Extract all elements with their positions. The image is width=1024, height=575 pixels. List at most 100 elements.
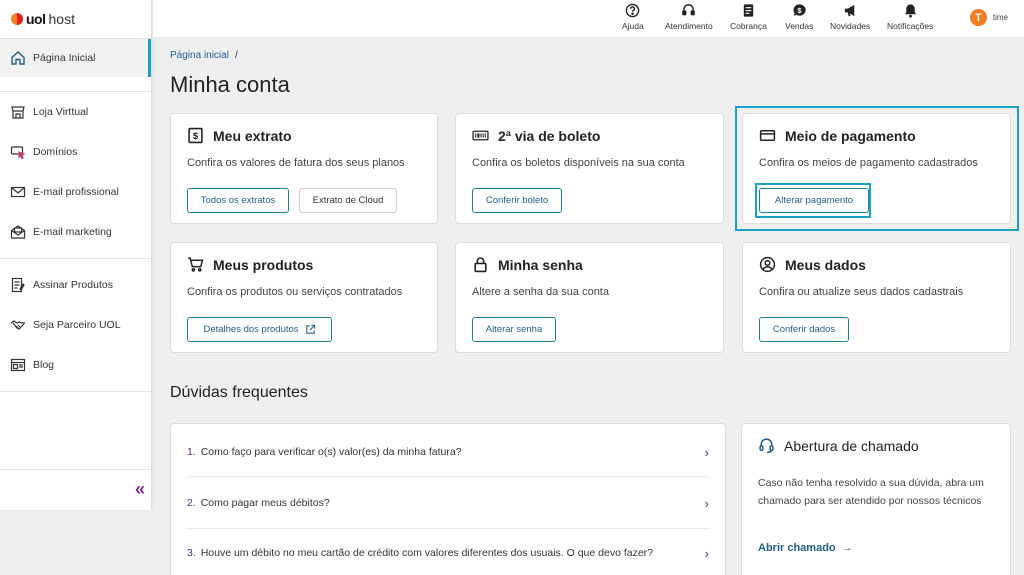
extrato-cloud-button[interactable]: Extrato de Cloud — [299, 188, 397, 213]
sales-chat-icon: $ — [793, 4, 806, 17]
sidebar-item-label: Blog — [33, 359, 55, 371]
help-icon — [626, 3, 640, 18]
sidebar-item-pagina-inicial[interactable]: Página Inicial — [0, 39, 151, 77]
faq-item-number: 2. — [187, 497, 196, 509]
top-item-vendas[interactable]: $ Vendas — [785, 3, 813, 31]
sidebar: uol host Página Inicial Loja Virttual Do… — [0, 0, 152, 510]
user-menu[interactable]: T time — [969, 9, 1008, 26]
sidebar-item-email-profissional[interactable]: E-mail profissional — [0, 172, 151, 212]
card-title: 2ª via de boleto — [472, 127, 600, 144]
card-title: Meio de pagamento — [759, 127, 916, 144]
card-title-text: Meus dados — [785, 256, 866, 273]
card-title-text: Meus produtos — [213, 256, 314, 273]
chevron-right-icon: › — [704, 545, 709, 561]
home-icon — [11, 51, 25, 65]
alterar-senha-button[interactable]: Alterar senha — [472, 317, 556, 342]
abrir-chamado-link[interactable]: Abrir chamado → — [758, 542, 853, 554]
card-title: $ Meu extrato — [187, 127, 292, 144]
bell-icon — [904, 4, 916, 18]
faq-item[interactable]: 1. Como faço para verificar o(s) valor(e… — [187, 426, 709, 478]
card-meu-extrato: $ Meu extrato Confira os valores de fatu… — [170, 113, 438, 224]
top-item-label: Cobrança — [730, 21, 767, 31]
sidebar-item-seja-parceiro[interactable]: Seja Parceiro UOL — [0, 305, 151, 345]
faq-item-text: Como pagar meus débitos? — [200, 497, 330, 509]
button-selection-highlight — [755, 183, 871, 218]
top-item-novidades[interactable]: Novidades — [830, 3, 870, 31]
link-label: Abrir chamado — [758, 542, 836, 554]
breadcrumb: Página inicial / — [170, 50, 238, 61]
faq-item-text: Houve um débito no meu cartão de crédito… — [200, 547, 654, 559]
top-item-label: Atendimento — [665, 21, 713, 31]
top-item-label: Novidades — [830, 21, 871, 31]
envelope-icon — [10, 186, 26, 198]
card-meio-pagamento: Meio de pagamento Confira os meios de pa… — [742, 113, 1011, 224]
dollar-receipt-icon: $ — [188, 127, 203, 144]
top-item-label: Vendas — [785, 21, 814, 31]
card-title-text: Minha senha — [498, 256, 583, 273]
card-description: Altere a senha da sua conta — [472, 286, 609, 298]
top-item-notificacoes[interactable]: Notificações — [887, 3, 933, 31]
chevron-right-icon: › — [704, 444, 709, 460]
card-title: Abertura de chamado — [758, 437, 919, 454]
todos-extratos-button[interactable]: Todos os extratos — [187, 188, 289, 213]
card-title: Meus dados — [759, 256, 866, 273]
card-title: Minha senha — [472, 256, 583, 273]
faq-item[interactable]: 2. Como pagar meus débitos? › — [187, 477, 709, 529]
card-description: Confira os produtos ou serviços contrata… — [187, 286, 403, 298]
card-description: Confira os boletos disponíveis na sua co… — [472, 157, 685, 169]
breadcrumb-separator: / — [234, 50, 238, 61]
top-item-label: Notificações — [887, 21, 934, 31]
faq-item-text: Como faço para verificar o(s) valor(es) … — [200, 446, 462, 458]
barcode-icon — [472, 130, 489, 141]
faq-item-number: 3. — [187, 547, 196, 559]
faq-item-number: 1. — [187, 446, 196, 458]
sidebar-item-dominios[interactable]: Domínios — [0, 132, 151, 172]
lock-icon — [474, 257, 487, 273]
card-title-text: Abertura de chamado — [784, 437, 919, 454]
conferir-dados-button[interactable]: Conferir dados — [759, 317, 849, 342]
detalhes-produtos-button[interactable]: Detalhes dos produtos — [187, 317, 332, 342]
card-segunda-via-boleto: 2ª via de boleto Confira os boletos disp… — [455, 113, 724, 224]
external-link-icon — [305, 324, 315, 334]
domain-cursor-icon — [10, 146, 26, 160]
top-item-ajuda[interactable]: Ajuda — [622, 3, 644, 31]
svg-text:$: $ — [193, 131, 199, 142]
chevron-right-icon: › — [704, 495, 709, 511]
sidebar-item-blog[interactable]: Blog — [0, 345, 151, 385]
card-meus-produtos: Meus produtos Confira os produtos ou ser… — [170, 242, 438, 353]
sidebar-item-email-marketing[interactable]: E-mail marketing — [0, 212, 151, 252]
user-name: time — [992, 13, 1008, 22]
card-minha-senha: Minha senha Altere a senha da sua conta … — [455, 242, 724, 353]
card-description: Confira ou atualize seus dados cadastrai… — [759, 286, 964, 298]
uol-logo-icon — [11, 13, 23, 25]
breadcrumb-home-link[interactable]: Página inicial — [170, 50, 229, 61]
envelope-open-icon — [10, 225, 26, 239]
sidebar-item-label: E-mail profissional — [33, 186, 119, 198]
card-description: Confira os valores de fatura dos seus pl… — [187, 157, 405, 169]
sidebar-item-loja-virtual[interactable]: Loja Virttual — [0, 92, 151, 132]
sidebar-item-label: Página Inicial — [33, 52, 96, 64]
logo-brand: uol — [26, 11, 46, 27]
faq-list: 1. Como faço para verificar o(s) valor(e… — [170, 423, 726, 575]
card-title-text: Meio de pagamento — [785, 127, 916, 144]
card-title-text: 2ª via de boleto — [498, 127, 601, 144]
top-item-atendimento[interactable]: Atendimento — [665, 3, 713, 31]
conferir-boleto-button[interactable]: Conferir boleto — [472, 188, 562, 213]
sidebar-item-label: Loja Virttual — [33, 106, 89, 118]
card-abertura-chamado: Abertura de chamado Caso não tenha resol… — [741, 423, 1011, 575]
uol-host-logo[interactable]: uol host — [0, 0, 151, 38]
top-bar: Ajuda Atendimento Cobrança $ Vendas Novi… — [153, 0, 1024, 38]
support-text: Caso não tenha resolvido a sua dúvida, a… — [758, 477, 984, 507]
sign-document-icon — [11, 277, 25, 293]
collapse-sidebar-icon[interactable]: « — [135, 479, 145, 500]
card-title-text: Meu extrato — [213, 127, 292, 144]
logo-host: host — [48, 11, 75, 27]
card-description: Confira os meios de pagamento cadastrado… — [759, 157, 978, 169]
sidebar-item-assinar-produtos[interactable]: Assinar Produtos — [0, 265, 151, 305]
store-icon — [11, 106, 25, 119]
blog-icon — [10, 358, 26, 372]
faq-item[interactable]: 3. Houve um débito no meu cartão de créd… — [187, 527, 709, 575]
top-item-cobranca[interactable]: Cobrança — [730, 3, 767, 31]
sidebar-item-label: Seja Parceiro UOL — [33, 319, 121, 331]
credit-card-icon — [759, 129, 776, 142]
